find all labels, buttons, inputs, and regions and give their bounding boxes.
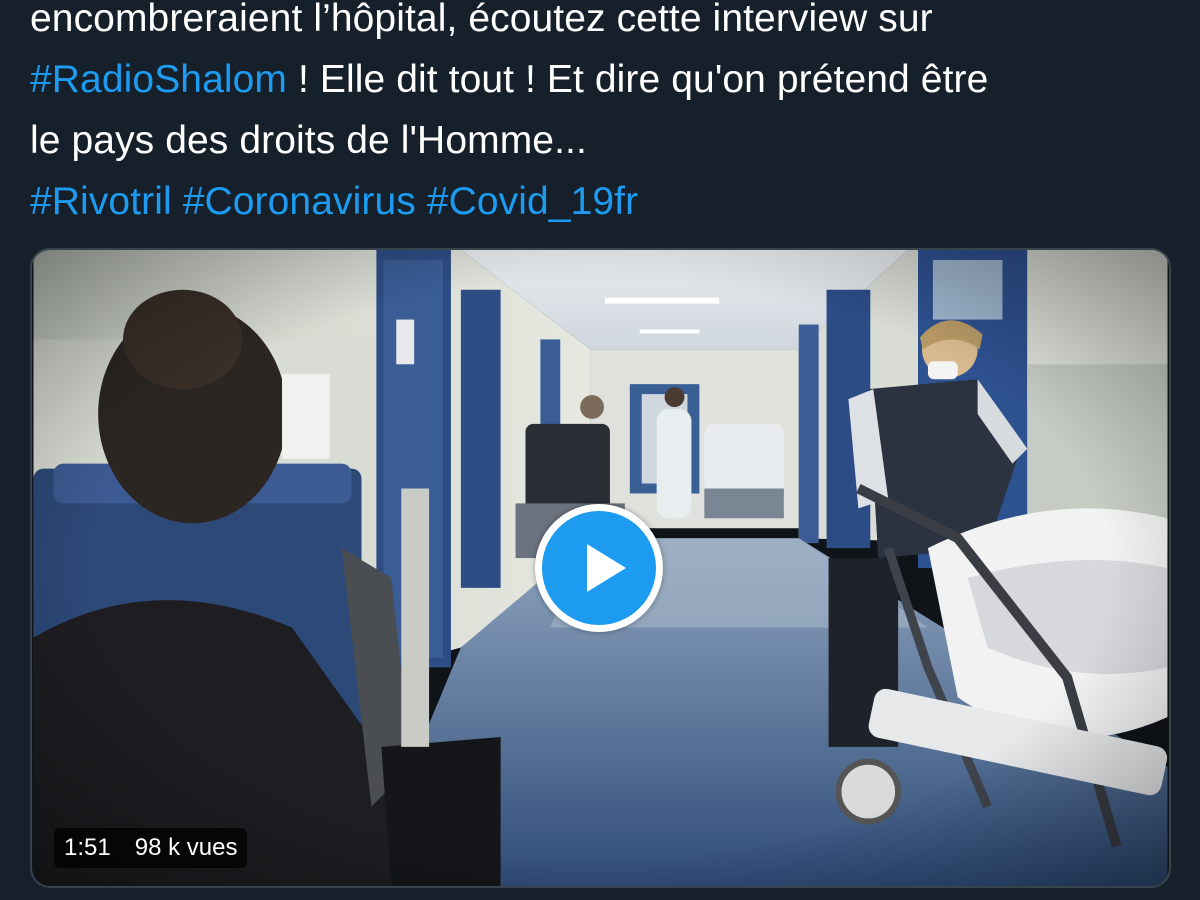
hashtag-link-radioshalom[interactable]: #RadioShalom <box>30 58 287 101</box>
tweet-text-segment: le pays des droits de l'Homme... <box>30 119 587 162</box>
tweet-line: le pays des droits de l'Homme... <box>30 110 1180 171</box>
video-player[interactable]: 1:51 98 k vues <box>30 248 1171 888</box>
play-icon <box>587 544 626 592</box>
tweet-text-segment: encombreraient l’hôpital, écoutez cette … <box>30 0 933 40</box>
video-duration: 1:51 <box>64 834 111 861</box>
video-view-count: 98 k vues <box>134 834 238 861</box>
tweet-line: #Rivotril #Coronavirus #Covid_19fr <box>30 171 1180 232</box>
tweet-text-segment <box>416 180 427 223</box>
hashtag-link-coronavirus[interactable]: #Coronavirus <box>183 180 416 223</box>
tweet-text-segment: ! Elle dit tout ! Et dire qu'on prétend … <box>287 58 989 101</box>
tweet-text-segment <box>172 180 183 223</box>
hashtag-link-rivotril[interactable]: #Rivotril <box>30 180 172 223</box>
tweet-line: #RadioShalom ! Elle dit tout ! Et dire q… <box>30 49 1180 110</box>
tweet-text: encombreraient l’hôpital, écoutez cette … <box>30 0 1180 232</box>
tweet-line: encombreraient l’hôpital, écoutez cette … <box>30 0 1180 49</box>
play-button[interactable] <box>535 504 663 632</box>
hashtag-link-covid-19fr[interactable]: #Covid_19fr <box>427 180 638 223</box>
video-meta-badge: 1:51 98 k vues <box>54 828 248 868</box>
